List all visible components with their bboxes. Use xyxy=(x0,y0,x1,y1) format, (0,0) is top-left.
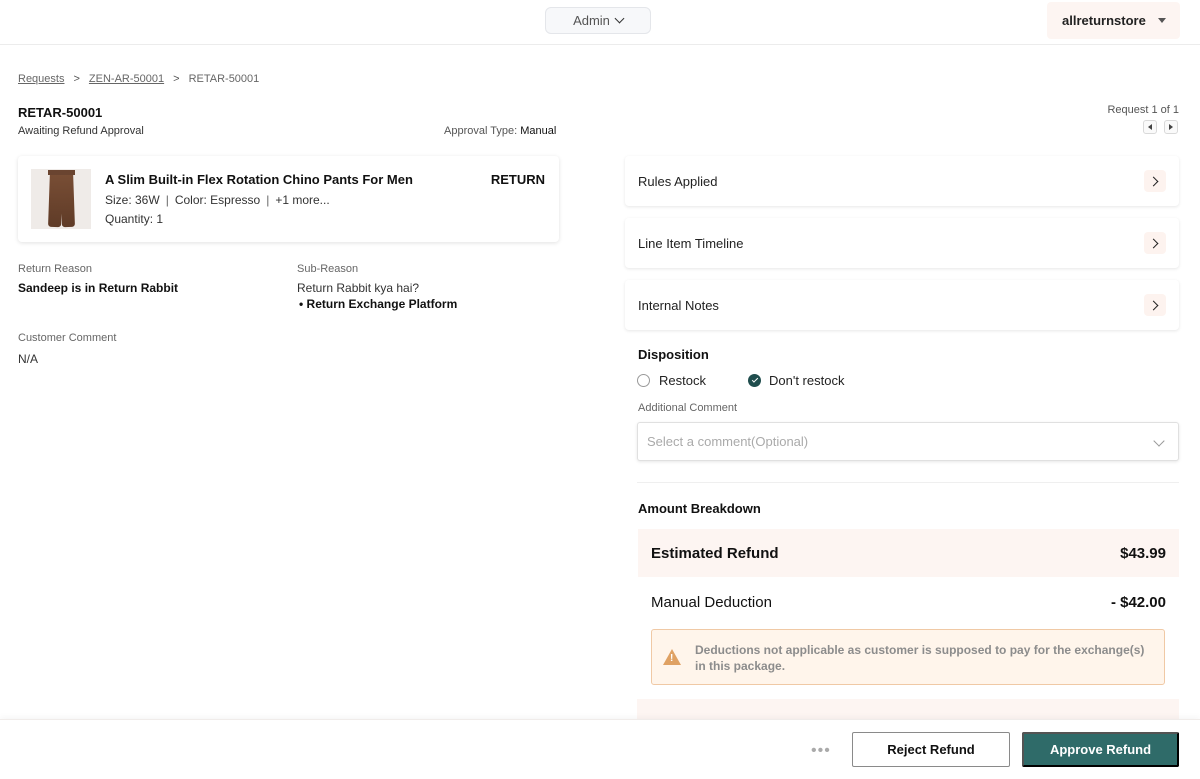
breadcrumb-order[interactable]: ZEN-AR-50001 xyxy=(89,73,164,85)
breadcrumb-separator: > xyxy=(73,73,80,85)
deduction-warning: ! Deductions not applicable as customer … xyxy=(651,629,1165,685)
comment-select[interactable]: Select a comment(Optional) xyxy=(637,422,1179,461)
sub-reason-question: Return Rabbit kya hai? xyxy=(297,281,420,295)
dont-restock-radio[interactable] xyxy=(748,374,761,387)
chevron-right-icon[interactable] xyxy=(1144,294,1166,316)
rules-applied-panel[interactable]: Rules Applied xyxy=(625,156,1179,206)
product-card: A Slim Built-in Flex Rotation Chino Pant… xyxy=(18,156,559,242)
line-item-timeline-panel[interactable]: Line Item Timeline xyxy=(625,218,1179,268)
approval-type-label: Approval Type: xyxy=(444,125,518,137)
role-label: Admin xyxy=(573,13,610,28)
product-size: Size: 36W xyxy=(105,193,160,207)
more-options-icon[interactable]: ••• xyxy=(811,742,831,760)
product-attributes: Size: 36W | Color: Espresso | +1 more... xyxy=(105,193,330,207)
estimated-refund-row: Estimated Refund $43.99 xyxy=(638,529,1179,577)
chevron-down-icon xyxy=(614,13,625,24)
comment-select-placeholder: Select a comment(Optional) xyxy=(647,434,809,449)
triangle-right-icon xyxy=(1169,124,1173,130)
triangle-left-icon xyxy=(1148,124,1152,130)
product-color: Color: Espresso xyxy=(174,193,261,207)
chevron-right-icon[interactable] xyxy=(1144,170,1166,192)
request-type-badge: RETURN xyxy=(490,172,545,187)
manual-deduction-value: - $42.00 xyxy=(1110,593,1166,611)
product-image xyxy=(31,169,91,229)
line-item-timeline-label: Line Item Timeline xyxy=(638,235,744,251)
breadcrumb-requests[interactable]: Requests xyxy=(18,73,64,85)
deduction-warning-text: Deductions not applicable as customer is… xyxy=(695,643,1145,673)
approve-refund-button[interactable]: Approve Refund xyxy=(1022,732,1179,767)
total-row-strip xyxy=(637,699,1179,721)
sub-reason-answer: • Return Exchange Platform xyxy=(299,297,458,311)
estimated-refund-value: $43.99 xyxy=(1120,544,1166,562)
amount-breakdown-title: Amount Breakdown xyxy=(638,501,761,516)
chevron-right-icon[interactable] xyxy=(1144,232,1166,254)
additional-comment-label: Additional Comment xyxy=(638,402,738,414)
store-selector[interactable]: allreturnstore xyxy=(1047,2,1180,39)
approval-type: Approval Type: Manual xyxy=(444,125,556,137)
breadcrumb-current: RETAR-50001 xyxy=(188,73,260,85)
disposition-title: Disposition xyxy=(638,347,709,362)
next-request-button[interactable] xyxy=(1164,120,1178,134)
reject-refund-button[interactable]: Reject Refund xyxy=(852,732,1010,767)
rules-applied-label: Rules Applied xyxy=(638,173,718,189)
breadcrumb: Requests > ZEN-AR-50001 > RETAR-50001 xyxy=(18,73,259,85)
internal-notes-panel[interactable]: Internal Notes xyxy=(625,280,1179,330)
action-footer: ••• Reject Refund Approve Refund xyxy=(0,719,1200,779)
store-name: allreturnstore xyxy=(1062,13,1146,28)
dont-restock-label[interactable]: Don't restock xyxy=(769,373,844,388)
restock-radio[interactable] xyxy=(637,374,650,387)
customer-comment-label: Customer Comment xyxy=(18,332,117,344)
attribute-separator: | xyxy=(165,193,169,207)
check-icon xyxy=(751,376,758,383)
customer-comment-value: N/A xyxy=(18,352,39,366)
warning-icon: ! xyxy=(663,649,681,665)
request-status: Awaiting Refund Approval xyxy=(18,125,144,137)
product-quantity: Quantity: 1 xyxy=(105,212,164,226)
attribute-separator: | xyxy=(266,193,270,207)
caret-down-icon xyxy=(1158,18,1166,23)
sub-reason-label: Sub-Reason xyxy=(297,263,359,275)
approval-type-value: Manual xyxy=(520,125,557,137)
top-bar: Admin allreturnstore xyxy=(0,0,1200,45)
estimated-refund-label: Estimated Refund xyxy=(651,544,779,562)
restock-label[interactable]: Restock xyxy=(659,373,706,388)
product-name: A Slim Built-in Flex Rotation Chino Pant… xyxy=(105,172,413,187)
chevron-down-icon xyxy=(1153,435,1165,447)
internal-notes-label: Internal Notes xyxy=(638,297,719,313)
previous-request-button[interactable] xyxy=(1143,120,1157,134)
page-title: RETAR-50001 xyxy=(18,105,103,120)
breadcrumb-separator: > xyxy=(173,73,180,85)
return-reason-value: Sandeep is in Return Rabbit xyxy=(18,281,179,295)
role-switcher-button[interactable]: Admin xyxy=(545,7,651,34)
request-pager-text: Request 1 of 1 xyxy=(1107,104,1179,116)
manual-deduction-row: Manual Deduction - $42.00 xyxy=(638,578,1179,626)
return-reason-label: Return Reason xyxy=(18,263,92,275)
manual-deduction-label: Manual Deduction xyxy=(651,593,772,611)
divider xyxy=(637,482,1179,483)
more-attributes-link[interactable]: +1 more... xyxy=(275,193,329,207)
